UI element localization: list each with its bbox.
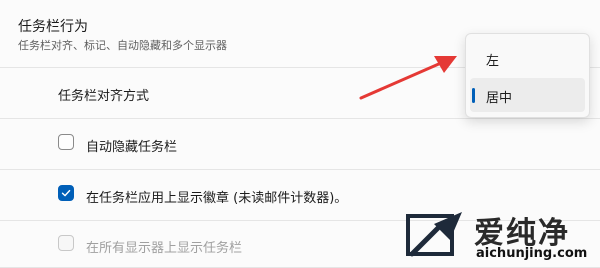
watermark: 爱纯净 aichunjing.com xyxy=(404,208,594,264)
selected-indicator xyxy=(472,88,475,103)
show-on-all-displays-checkbox[interactable] xyxy=(58,235,74,251)
auto-hide-taskbar-row[interactable]: 自动隐藏任务栏 xyxy=(0,119,600,170)
auto-hide-label: 自动隐藏任务栏 xyxy=(86,140,178,155)
alignment-dropdown-menu: 左 居中 xyxy=(465,33,590,118)
alignment-option-center[interactable]: 居中 xyxy=(470,78,585,112)
alignment-option-left-label: 左 xyxy=(486,54,500,69)
alignment-option-center-label: 居中 xyxy=(486,91,513,106)
watermark-url: aichunjing.com xyxy=(476,246,588,261)
checkmark-icon xyxy=(61,189,71,197)
watermark-logo-icon xyxy=(406,212,462,257)
show-badges-checkbox[interactable] xyxy=(58,185,74,201)
auto-hide-checkbox[interactable] xyxy=(58,134,74,150)
taskbar-alignment-label: 任务栏对齐方式 xyxy=(58,89,150,104)
show-badges-label: 在任务栏应用上显示徽章 (未读邮件计数器)。 xyxy=(86,191,348,206)
section-subtitle: 任务栏对齐、标记、自动隐藏和多个显示器 xyxy=(18,39,227,52)
alignment-option-left[interactable]: 左 xyxy=(470,41,585,75)
section-title: 任务栏行为 xyxy=(18,19,88,35)
annotation-arrow-icon xyxy=(359,56,457,100)
show-on-all-displays-label: 在所有显示器上显示任务栏 xyxy=(86,241,243,256)
